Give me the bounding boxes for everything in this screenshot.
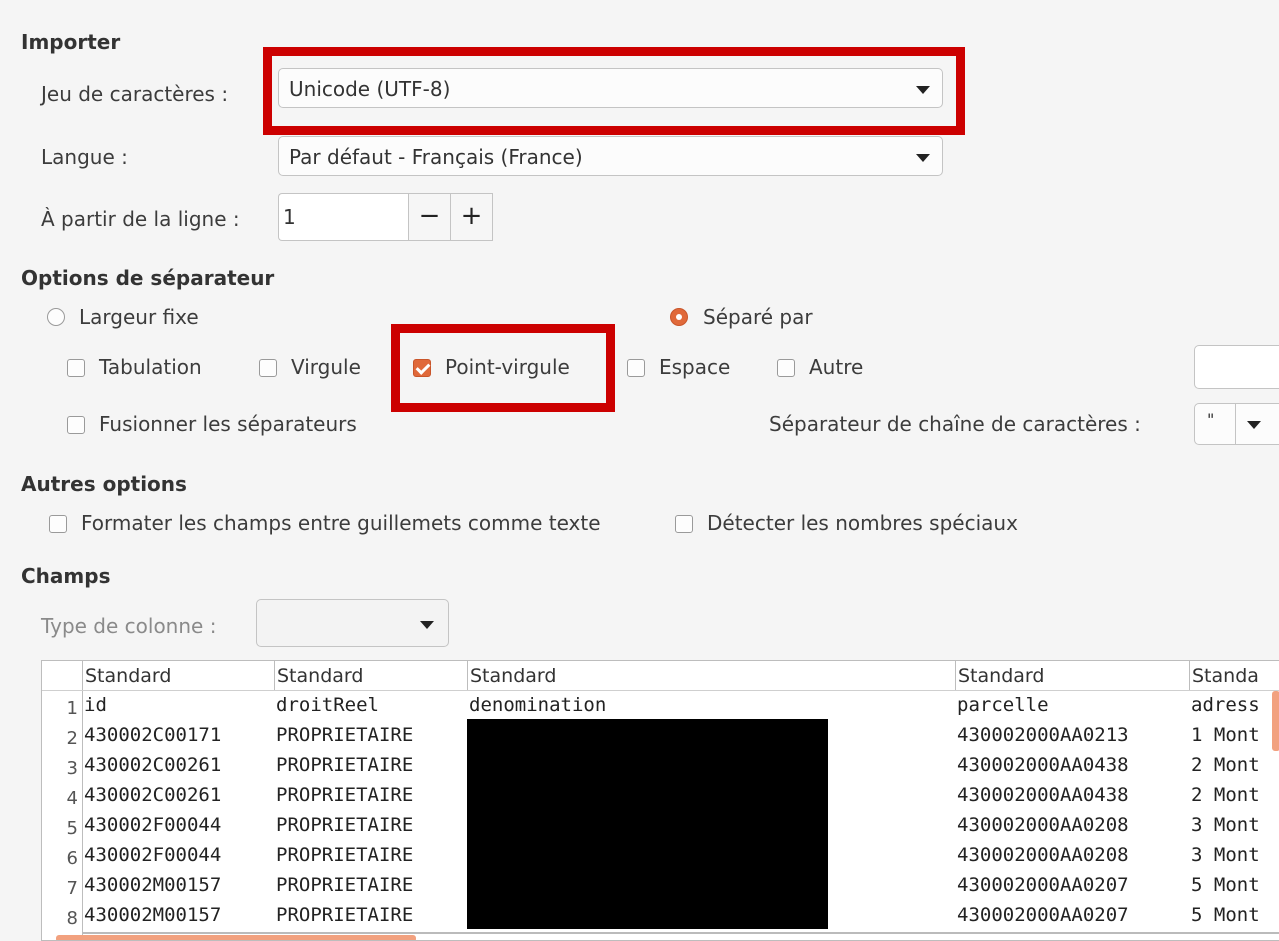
header-row: Standard Standard Standard Standard Stan… xyxy=(42,661,1279,691)
comma-label: Virgule xyxy=(291,355,361,379)
other-options-heading: Autres options xyxy=(21,472,187,496)
table-cell: 430002C00261 xyxy=(84,754,222,776)
charset-label: Jeu de caractères : xyxy=(41,82,229,106)
other-label: Autre xyxy=(809,355,864,379)
row-number: 8 xyxy=(66,908,78,929)
space-label: Espace xyxy=(659,355,731,379)
highlight-charset xyxy=(263,47,965,135)
redacted-block xyxy=(467,719,828,929)
table-cell: 3 Mont xyxy=(1191,844,1260,866)
merge-checkbox[interactable] xyxy=(67,416,85,434)
dropdown-divider xyxy=(1235,404,1236,444)
table-cell: 5 Mont xyxy=(1191,874,1260,896)
row-number: 5 xyxy=(66,818,78,839)
table-cell: 2 Mont xyxy=(1191,784,1260,806)
column-header[interactable]: Standard xyxy=(467,661,955,691)
row-number: 3 xyxy=(66,758,78,779)
table-row: 1 id droitReel denomination parcelle adr… xyxy=(42,691,1279,721)
table-cell: 430002000AA0207 xyxy=(957,874,1129,896)
table-cell: PROPRIETAIRE xyxy=(276,724,414,746)
table-cell: 430002000AA0213 xyxy=(957,724,1129,746)
quoted-as-text-checkbox[interactable] xyxy=(49,515,67,533)
from-row-value: 1 xyxy=(283,205,296,229)
table-cell: 430002M00157 xyxy=(84,904,222,926)
highlight-semicolon xyxy=(391,324,615,412)
space-checkbox[interactable] xyxy=(627,359,645,377)
column-header[interactable]: Standard xyxy=(82,661,274,691)
vertical-scrollbar-thumb[interactable] xyxy=(1272,691,1279,751)
fixed-width-radio[interactable] xyxy=(47,308,65,326)
from-row-spinner[interactable]: 1 − + xyxy=(278,193,494,241)
table-cell: 430002C00261 xyxy=(84,784,222,806)
string-delimiter-value: " xyxy=(1207,410,1215,429)
table-cell: PROPRIETAIRE xyxy=(276,844,414,866)
increment-button[interactable]: + xyxy=(450,193,493,241)
language-value: Par défaut - Français (France) xyxy=(289,145,583,169)
table-cell: parcelle xyxy=(957,694,1049,716)
table-cell: PROPRIETAIRE xyxy=(276,784,414,806)
table-cell: 1 Mont xyxy=(1191,724,1260,746)
column-type-label: Type de colonne : xyxy=(41,614,217,638)
detect-special-checkbox[interactable] xyxy=(675,515,693,533)
table-cell: 5 Mont xyxy=(1191,904,1260,926)
table-cell: denomination xyxy=(469,694,607,716)
string-delimiter-dropdown[interactable]: " xyxy=(1194,403,1279,445)
table-cell: 430002000AA0208 xyxy=(957,844,1129,866)
other-separator-input[interactable] xyxy=(1194,345,1279,389)
chevron-down-icon xyxy=(1247,421,1261,429)
table-cell: 430002M00157 xyxy=(84,874,222,896)
tab-checkbox[interactable] xyxy=(67,359,85,377)
table-cell: PROPRIETAIRE xyxy=(276,814,414,836)
table-cell: 430002000AA0438 xyxy=(957,754,1129,776)
row-number: 1 xyxy=(66,698,78,719)
column-type-dropdown[interactable] xyxy=(256,599,449,647)
fields-heading: Champs xyxy=(21,564,111,588)
table-cell: 430002000AA0208 xyxy=(957,814,1129,836)
table-cell: PROPRIETAIRE xyxy=(276,904,414,926)
decrement-button[interactable]: − xyxy=(408,193,451,241)
table-cell: 430002F00044 xyxy=(84,814,222,836)
fixed-width-label: Largeur fixe xyxy=(79,305,199,329)
table-cell: droitReel xyxy=(276,694,379,716)
from-row-field[interactable]: 1 xyxy=(278,193,408,241)
table-cell: 430002000AA0207 xyxy=(957,904,1129,926)
column-header[interactable]: Standard xyxy=(955,661,1189,691)
tab-label: Tabulation xyxy=(99,355,202,379)
separated-by-radio[interactable] xyxy=(670,308,688,326)
table-cell: 430002C00171 xyxy=(84,724,222,746)
detect-special-label: Détecter les nombres spéciaux xyxy=(707,511,1018,535)
separator-heading: Options de séparateur xyxy=(21,266,275,290)
table-cell: 430002F00044 xyxy=(84,844,222,866)
string-delimiter-label: Séparateur de chaîne de caractères : xyxy=(769,412,1141,436)
importer-heading: Importer xyxy=(21,30,121,54)
table-cell: 430002000AA0438 xyxy=(957,784,1129,806)
chevron-down-icon xyxy=(420,621,434,629)
preview-table[interactable]: Standard Standard Standard Standard Stan… xyxy=(41,660,1279,941)
comma-checkbox[interactable] xyxy=(259,359,277,377)
column-header[interactable]: Standard xyxy=(274,661,467,691)
row-number: 4 xyxy=(66,788,78,809)
horizontal-scrollbar-thumb[interactable] xyxy=(56,935,416,940)
separated-by-label: Séparé par xyxy=(703,305,813,329)
row-number: 6 xyxy=(66,848,78,869)
table-cell: PROPRIETAIRE xyxy=(276,754,414,776)
table-cell: 2 Mont xyxy=(1191,754,1260,776)
table-cell: 3 Mont xyxy=(1191,814,1260,836)
table-cell: PROPRIETAIRE xyxy=(276,874,414,896)
row-number: 7 xyxy=(66,878,78,899)
from-row-label: À partir de la ligne : xyxy=(41,207,240,231)
quoted-as-text-label: Formater les champs entre guillemets com… xyxy=(81,511,601,535)
language-label: Langue : xyxy=(41,145,128,169)
chevron-down-icon xyxy=(916,154,930,162)
table-cell: adress xyxy=(1191,694,1260,716)
other-checkbox[interactable] xyxy=(777,359,795,377)
row-number: 2 xyxy=(66,728,78,749)
row-number-divider xyxy=(82,691,83,940)
language-dropdown[interactable]: Par défaut - Français (France) xyxy=(278,136,943,176)
column-header[interactable]: Standa xyxy=(1189,661,1279,691)
table-cell: id xyxy=(84,694,107,716)
merge-label: Fusionner les séparateurs xyxy=(99,412,357,436)
